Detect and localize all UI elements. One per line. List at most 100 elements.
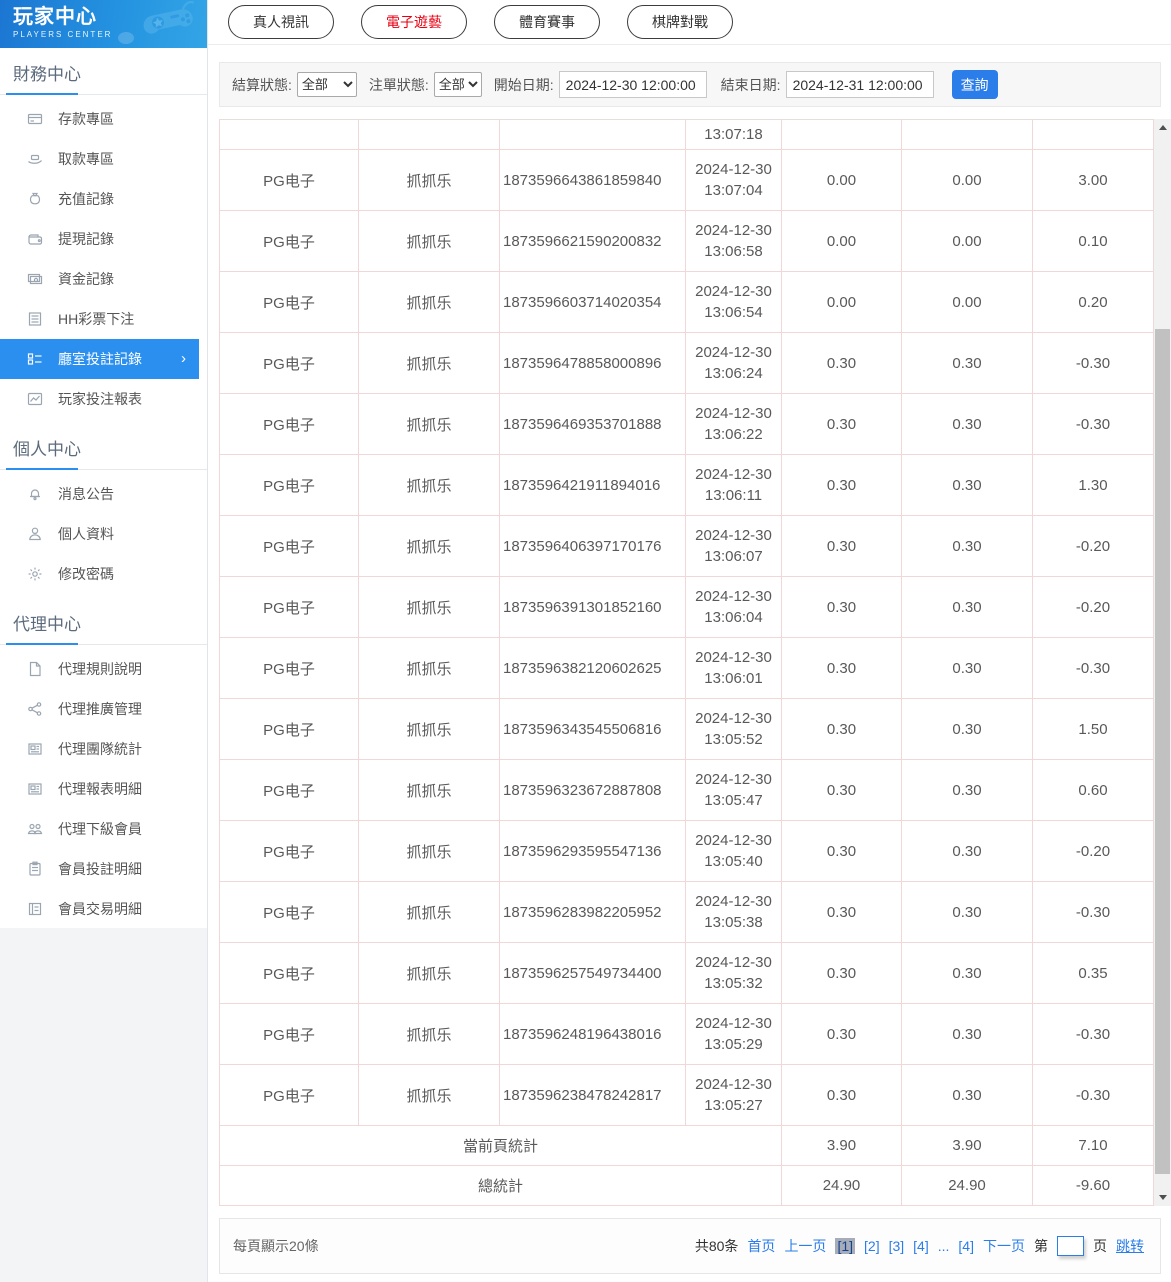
jump-button[interactable]: 跳转 (1116, 1236, 1144, 1256)
ledger-icon (27, 901, 43, 917)
cell-order-id: 1873596421911894016 (500, 455, 686, 516)
table-row: PG电子 抓抓乐 1873596257549734400 2024-12-30 … (219, 943, 1154, 1004)
sidebar-item-withdrawal-record[interactable]: 提現記錄 (0, 219, 207, 259)
cell-bet-amount: 0.00 (902, 211, 1033, 272)
cell-datetime: 2024-12-30 13:06:11 (686, 455, 782, 516)
sidebar-item-label: 代理推廣管理 (58, 699, 142, 719)
table-row: PG电子 抓抓乐 1873596343545506816 2024-12-30 … (219, 699, 1154, 760)
sidebar-item-profile[interactable]: 個人資料 (0, 514, 207, 554)
page-number-4[interactable]: [4] (913, 1238, 929, 1254)
cell-provider: PG电子 (219, 333, 359, 394)
sidebar-item-recharge-record[interactable]: 充值記錄 (0, 179, 207, 219)
cell-datetime: 2024-12-30 13:05:52 (686, 699, 782, 760)
withdraw-hand-icon (27, 151, 43, 167)
cell-date: 2024-12-30 (695, 159, 772, 180)
cell-win-loss: -0.30 (1033, 882, 1154, 943)
sidebar-item-agent-promotion[interactable]: 代理推廣管理 (0, 689, 207, 729)
sidebar-item-label: 提現記錄 (58, 229, 114, 249)
scroll-up-arrow-icon[interactable] (1154, 119, 1171, 136)
cell-datetime: 2024-12-30 13:06:22 (686, 394, 782, 455)
sidebar-header: 玩家中心 PLAYERS CENTER (0, 0, 207, 48)
prev-page-link[interactable]: 上一页 (784, 1236, 826, 1256)
cell-game-name: 抓抓乐 (359, 577, 500, 638)
sidebar-item-hh-lottery-bet[interactable]: HH彩票下注 (0, 299, 207, 339)
scrollbar-thumb[interactable] (1155, 329, 1170, 1174)
table-row: PG电子 抓抓乐 1873596621590200832 2024-12-30 … (219, 211, 1154, 272)
cell-game-name: 抓抓乐 (359, 211, 500, 272)
end-date-input[interactable] (786, 71, 934, 98)
bell-icon (27, 486, 43, 502)
cell-valid-bet: 0.30 (782, 577, 902, 638)
settle-status-select[interactable]: 全部 (297, 72, 357, 97)
finance-menu: 存款專區 取款專區 充值記錄 提現記錄 資金記錄 (0, 95, 207, 423)
cell-provider: PG电子 (219, 577, 359, 638)
cell-order-id: 1873596343545506816 (500, 699, 686, 760)
sidebar-item-room-bet-record[interactable]: 廳室投註記錄 › (0, 339, 199, 379)
last-page-number[interactable]: [4] (958, 1238, 974, 1254)
cell-datetime: 2024-12-30 13:05:32 (686, 943, 782, 1004)
tab-board-games[interactable]: 棋牌對戰 (627, 5, 733, 39)
page-ellipsis: ... (938, 1238, 950, 1254)
sidebar-item-change-password[interactable]: 修改密碼 (0, 554, 207, 594)
gear-icon (27, 566, 43, 582)
next-page-link[interactable]: 下一页 (983, 1236, 1025, 1256)
table-row: PG电子 抓抓乐 1873596421911894016 2024-12-30 … (219, 455, 1154, 516)
chevron-right-icon: › (181, 350, 186, 367)
page-summary-row: 當前頁統計 3.90 3.90 7.10 (219, 1126, 1154, 1166)
sidebar-item-announcements[interactable]: 消息公告 (0, 474, 207, 514)
sidebar-item-agent-rules[interactable]: 代理規則說明 (0, 649, 207, 689)
sidebar-item-member-bet-detail[interactable]: 會員投註明細 (0, 849, 207, 889)
cell-valid-bet: 0.30 (782, 1004, 902, 1065)
sidebar-item-label: 代理報表明細 (58, 779, 142, 799)
table-container: 13:07:18 PG电子 抓抓乐 1873596643861859840 20… (219, 119, 1171, 1206)
scroll-down-arrow-icon[interactable] (1154, 1189, 1171, 1206)
newspaper-icon (27, 781, 43, 797)
cell-empty (902, 120, 1033, 150)
game-category-tabs: 真人視訊 電子遊藝 體育賽事 棋牌對戰 (208, 0, 1171, 45)
sidebar-item-deposit[interactable]: 存款專區 (0, 99, 207, 139)
table-row: PG电子 抓抓乐 1873596469353701888 2024-12-30 … (219, 394, 1154, 455)
sidebar-item-player-bet-report[interactable]: 玩家投注報表 (0, 379, 207, 419)
sidebar-item-label: 存款專區 (58, 109, 114, 129)
first-page-link[interactable]: 首页 (747, 1236, 775, 1256)
sidebar-item-agent-sub-members[interactable]: 代理下級會員 (0, 809, 207, 849)
order-status-select[interactable]: 全部 (434, 72, 482, 97)
start-date-input[interactable] (559, 71, 707, 98)
page-number-2[interactable]: [2] (864, 1238, 880, 1254)
cell-bet-amount: 0.30 (902, 516, 1033, 577)
players-center-page: 玩家中心 PLAYERS CENTER 財務中心 存款專區 (0, 0, 1171, 1282)
cell-valid-bet: 0.30 (782, 699, 902, 760)
tab-live-video[interactable]: 真人視訊 (228, 5, 334, 39)
table-scrollbar[interactable] (1154, 119, 1171, 1206)
cell-provider: PG电子 (219, 211, 359, 272)
cell-valid-bet: 0.00 (782, 211, 902, 272)
cell-win-loss: -0.30 (1033, 638, 1154, 699)
list-document-icon (27, 311, 43, 327)
sidebar-item-funds-record[interactable]: 資金記錄 (0, 259, 207, 299)
cell-datetime: 2024-12-30 13:06:58 (686, 211, 782, 272)
cell-game-name: 抓抓乐 (359, 394, 500, 455)
cell-datetime: 2024-12-30 13:06:54 (686, 272, 782, 333)
order-status-label: 注單狀態: (369, 75, 429, 95)
page-number-1[interactable]: [1] (835, 1238, 855, 1254)
sidebar-item-agent-team-stats[interactable]: 代理團隊統計 (0, 729, 207, 769)
sidebar-item-label: 修改密碼 (58, 564, 114, 584)
tab-sports-events[interactable]: 體育賽事 (494, 5, 600, 39)
cell-provider: PG电子 (219, 882, 359, 943)
cell-time: 13:05:29 (704, 1034, 762, 1055)
cell-game-name: 抓抓乐 (359, 760, 500, 821)
personal-menu: 消息公告 個人資料 修改密碼 (0, 470, 207, 598)
sidebar-item-withdraw[interactable]: 取款專區 (0, 139, 207, 179)
report-chart-icon (27, 391, 43, 407)
cell-time: 13:05:32 (704, 973, 762, 994)
tab-electronic-games[interactable]: 電子遊藝 (361, 5, 467, 39)
page-number-3[interactable]: [3] (889, 1238, 905, 1254)
sidebar-item-agent-report-detail[interactable]: 代理報表明細 (0, 769, 207, 809)
jump-page-input[interactable] (1057, 1236, 1084, 1256)
cell-valid-bet: 0.30 (782, 882, 902, 943)
cell-provider: PG电子 (219, 1065, 359, 1126)
search-button[interactable]: 查詢 (952, 70, 998, 99)
sidebar-item-member-transaction-detail[interactable]: 會員交易明細 (0, 889, 207, 929)
table-row: PG电子 抓抓乐 1873596382120602625 2024-12-30 … (219, 638, 1154, 699)
table-row: PG电子 抓抓乐 1873596603714020354 2024-12-30 … (219, 272, 1154, 333)
